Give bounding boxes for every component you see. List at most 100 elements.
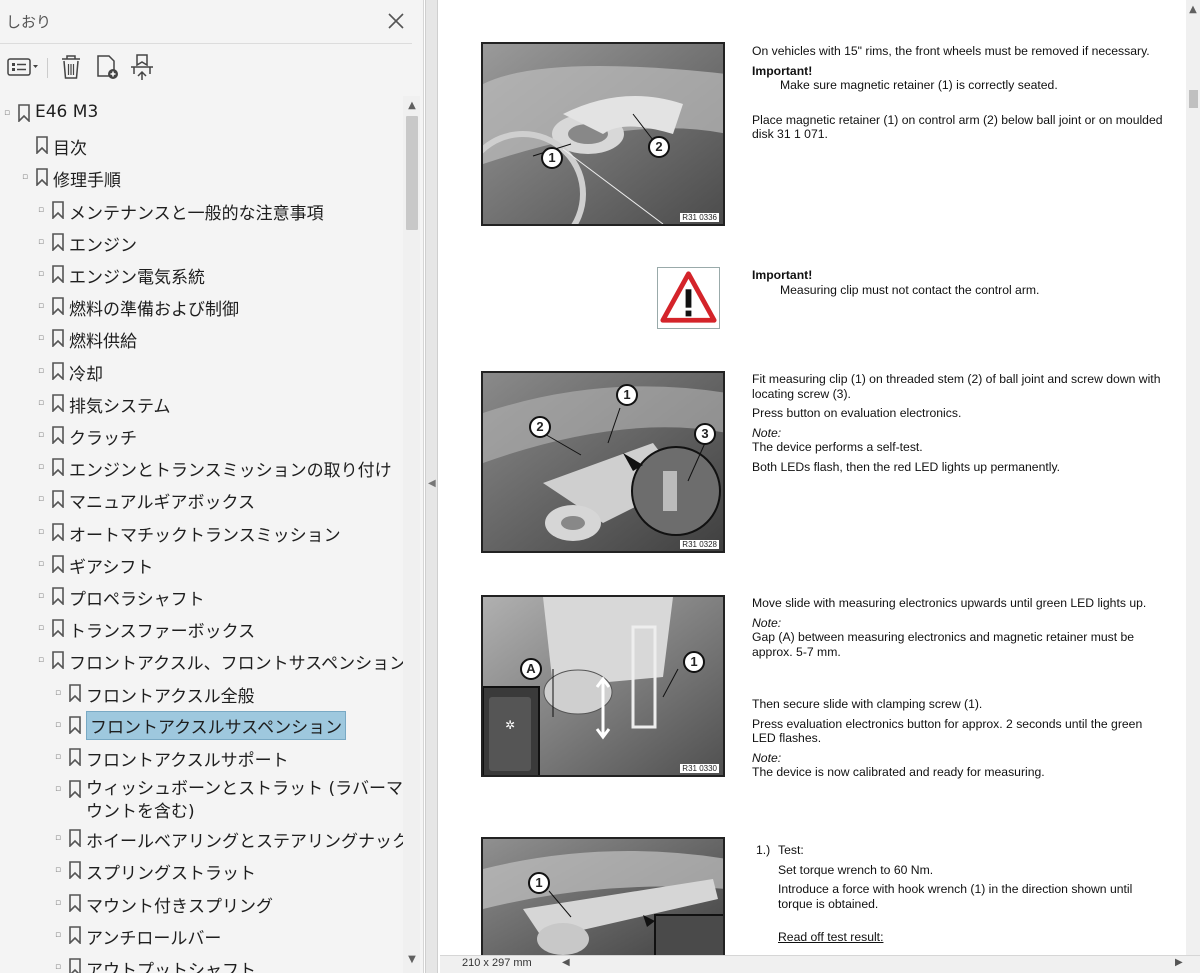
bookmark-label: プロペラシャフト	[69, 590, 205, 610]
header-divider	[0, 43, 412, 44]
bookmark-item[interactable]: ▫ エンジン電気系統	[0, 259, 404, 289]
paragraph: Press evaluation electronics button for …	[752, 716, 1143, 746]
collapse-toggle-icon[interactable]: ▫	[38, 655, 48, 665]
bookmark-icon	[36, 136, 48, 155]
bookmark-item[interactable]: ▫ フロントアクスル全般	[0, 678, 404, 708]
bookmark-label: エンジン	[69, 235, 137, 256]
expand-toggle-icon[interactable]: ▫	[38, 494, 48, 504]
expand-toggle-icon[interactable]: ▫	[38, 301, 48, 311]
scroll-up-arrow-icon[interactable]: ▲	[407, 100, 417, 111]
scroll-right-arrow-icon[interactable]: ▶	[1175, 957, 1183, 968]
figure-measuring-clip: 1 2 3 R31 0328	[481, 371, 725, 553]
bookmark-item[interactable]: ▫ マニュアルギアボックス	[0, 484, 404, 514]
paragraph: Fit measuring clip (1) on threaded stem …	[752, 372, 1161, 401]
expand-toggle-icon[interactable]: ▫	[38, 527, 48, 537]
expand-toggle-icon[interactable]: ▫	[38, 591, 48, 601]
bookmark-item[interactable]: ▫ 排気システム	[0, 388, 404, 418]
new-bookmark-icon[interactable]	[94, 52, 120, 82]
bookmarks-scrollbar[interactable]: ▲ ▼	[403, 96, 420, 973]
bookmarks-scroll-thumb[interactable]	[406, 116, 418, 230]
bookmark-item[interactable]: 目次	[0, 130, 404, 160]
bookmark-item[interactable]: ▫ ウィッシュボーンとストラット (ラバーマウントを含む)	[0, 774, 404, 824]
expand-toggle-icon[interactable]: ▫	[55, 833, 65, 843]
trash-icon[interactable]	[58, 52, 84, 82]
scroll-down-arrow-icon[interactable]: ▼	[407, 954, 417, 965]
bookmark-label: ウィッシュボーンとストラット (ラバーマウントを含む)	[86, 779, 404, 823]
figure-4-photo	[483, 839, 723, 955]
close-icon[interactable]	[385, 10, 407, 32]
bookmark-icon	[52, 554, 64, 573]
bookmark-label: 目次	[53, 139, 87, 160]
expand-toggle-icon[interactable]: ▫	[38, 237, 48, 247]
expand-toggle-icon[interactable]: ▫	[55, 865, 65, 875]
expand-toggle-icon[interactable]: ▫	[55, 962, 65, 972]
scroll-left-arrow-icon[interactable]: ◀	[562, 957, 570, 968]
callout-3: 3	[694, 423, 716, 445]
bookmark-item[interactable]: ▫ メンテナンスと一般的な注意事項	[0, 195, 404, 225]
paragraph: Introduce a force with hook wrench (1) i…	[778, 882, 1133, 911]
page-size-readout: 210 x 297 mm	[462, 957, 532, 969]
expand-toggle-icon[interactable]: ▫	[55, 688, 65, 698]
important-heading: Important!	[752, 268, 813, 282]
expand-toggle-icon[interactable]: ▫	[55, 898, 65, 908]
expand-toggle-icon[interactable]: ▫	[38, 333, 48, 343]
options-menu-icon[interactable]	[6, 52, 40, 82]
bookmark-item[interactable]: ▫ マウント付きスプリング	[0, 888, 404, 918]
bookmark-item[interactable]: ▫ フロントアクスルサポート	[0, 742, 404, 772]
paragraph: On vehicles with 15" rims, the front whe…	[752, 44, 1150, 58]
bookmark-item[interactable]: ▫ プロペラシャフト	[0, 581, 404, 611]
bookmark-label: エンジンとトランスミッションの取り付け	[69, 461, 392, 482]
bookmark-item[interactable]: ▫ 燃料の準備および制御	[0, 291, 404, 321]
expand-toggle-icon[interactable]: ▫	[38, 398, 48, 408]
bookmark-item[interactable]: ▫ 修理手順	[0, 162, 404, 192]
pane-splitter[interactable]: ◀	[425, 0, 438, 973]
bookmark-item[interactable]: ▫ 冷却	[0, 356, 404, 386]
bookmark-item[interactable]: ▫ アンチロールバー	[0, 920, 404, 950]
bookmark-item[interactable]: ▫ オートマチックトランスミッション	[0, 517, 404, 547]
figure-2-photo	[483, 373, 723, 551]
bookmark-item[interactable]: ▫ クラッチ	[0, 420, 404, 450]
bookmark-item[interactable]: ▫ 燃料供給	[0, 323, 404, 353]
doc-scroll-up-arrow-icon[interactable]: ▲	[1188, 4, 1198, 15]
expand-toggle-icon[interactable]: ▫	[55, 752, 65, 762]
bookmark-icon	[52, 265, 64, 283]
bookmark-icon	[36, 168, 48, 187]
callout-A: A	[520, 658, 542, 680]
bookmark-icon	[69, 715, 81, 734]
document-scrollbar[interactable]: ▲	[1186, 0, 1200, 955]
bookmark-icon	[69, 958, 81, 973]
collapse-toggle-icon[interactable]: ▫	[4, 108, 14, 118]
bookmark-item[interactable]: ▫ エンジン	[0, 227, 404, 257]
toolbar-divider	[47, 58, 48, 78]
bookmark-item[interactable]: ▫ エンジンとトランスミッションの取り付け	[0, 452, 404, 482]
callout-2: 2	[648, 136, 670, 158]
bookmark-item[interactable]: ▫ トランスファーボックス	[0, 613, 404, 643]
bookmark-icon	[69, 925, 81, 944]
bookmark-item[interactable]: ▫ アウトプットシャフト	[0, 952, 404, 973]
bookmark-item[interactable]: ▫ フロントアクスル、フロントサスペンション	[0, 645, 404, 675]
expand-toggle-icon[interactable]: ▫	[38, 430, 48, 440]
bookmark-label: フロントアクスルサスペンション	[86, 710, 347, 740]
expand-toggle-icon[interactable]: ▫	[38, 269, 48, 279]
figure-1-photo	[483, 44, 723, 224]
bookmark-icon	[69, 829, 81, 848]
bookmark-icon	[52, 361, 64, 380]
expand-toggle-icon[interactable]: ▫	[38, 559, 48, 569]
bookmark-item[interactable]: ▫ ホイールベアリングとステアリングナックル	[0, 823, 404, 853]
bookmark-icon	[52, 587, 64, 605]
collapse-toggle-icon[interactable]: ▫	[22, 172, 32, 182]
collapse-pane-arrow-icon[interactable]: ◀	[428, 478, 436, 489]
expand-toggle-icon[interactable]: ▫	[55, 784, 65, 794]
find-current-bookmark-icon[interactable]	[128, 52, 156, 82]
expand-toggle-icon[interactable]: ▫	[55, 930, 65, 940]
bookmark-item[interactable]: ▫ E46 M3	[0, 98, 404, 128]
bookmark-item[interactable]: ▫ ギアシフト	[0, 549, 404, 579]
bookmark-item[interactable]: ▫ フロントアクスルサスペンション	[0, 710, 404, 740]
bookmark-item[interactable]: ▫ スプリングストラット	[0, 855, 404, 885]
expand-toggle-icon[interactable]: ▫	[38, 205, 48, 215]
document-scroll-thumb[interactable]	[1189, 90, 1198, 108]
expand-toggle-icon[interactable]: ▫	[38, 623, 48, 633]
expand-toggle-icon[interactable]: ▫	[55, 720, 65, 730]
expand-toggle-icon[interactable]: ▫	[38, 366, 48, 376]
expand-toggle-icon[interactable]: ▫	[38, 462, 48, 472]
